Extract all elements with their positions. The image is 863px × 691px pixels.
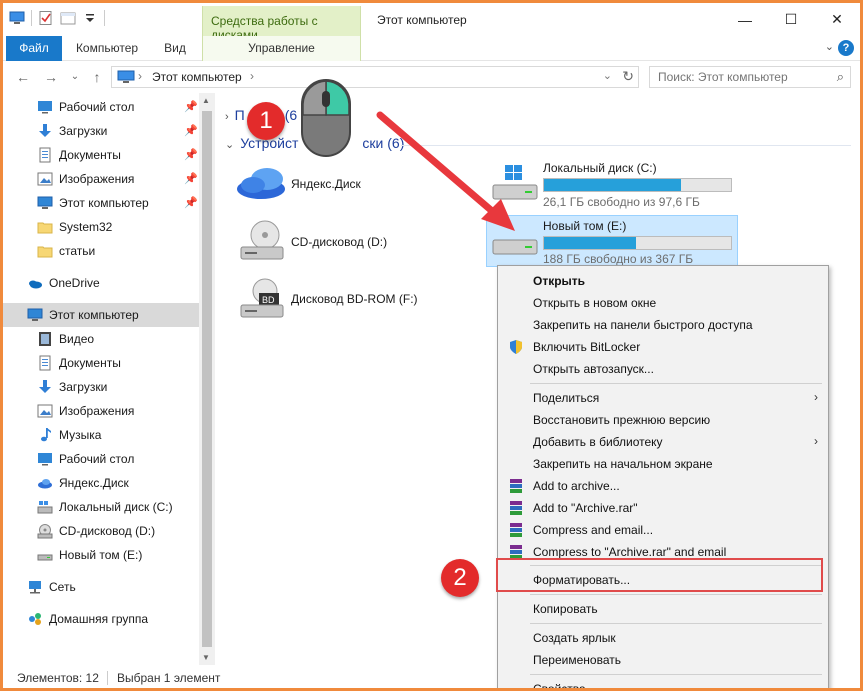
divider (530, 383, 822, 384)
chevron-right-icon: › (814, 390, 818, 404)
menu-item-properties[interactable]: Свойства (500, 678, 826, 691)
menu-item-compress-email[interactable]: Compress and email... (500, 519, 826, 541)
winrar-icon (510, 523, 522, 537)
chevron-right-icon: › (814, 434, 818, 448)
menu-label: Add to "Archive.rar" (533, 501, 638, 515)
menu-item-add-to-archive-rar[interactable]: Add to "Archive.rar" (500, 497, 826, 519)
menu-label: Открыть (533, 274, 586, 288)
context-menu: Открыть Открыть в новом окне Закрепить н… (497, 265, 829, 691)
menu-item-bitlocker[interactable]: Включить BitLocker (500, 336, 826, 358)
menu-item-copy[interactable]: Копировать (500, 598, 826, 620)
menu-label: Создать ярлык (533, 631, 616, 645)
divider (530, 594, 822, 595)
menu-item-restore-previous[interactable]: Восстановить прежнюю версию (500, 409, 826, 431)
winrar-icon (510, 479, 522, 493)
menu-label: Открыть автозапуск... (533, 362, 654, 376)
menu-label: Свойства (533, 682, 586, 691)
menu-label: Add to archive... (533, 479, 620, 493)
menu-item-pin-quick-access[interactable]: Закрепить на панели быстрого доступа (500, 314, 826, 336)
step-badge-1: 1 (247, 102, 285, 140)
menu-label: Переименовать (533, 653, 621, 667)
winrar-icon (510, 501, 522, 515)
shield-icon (510, 340, 522, 354)
menu-item-create-shortcut[interactable]: Создать ярлык (500, 627, 826, 649)
divider (530, 674, 822, 675)
menu-label: Добавить в библиотеку (533, 435, 663, 449)
menu-item-share[interactable]: Поделиться › (500, 387, 826, 409)
menu-label: Восстановить прежнюю версию (533, 413, 711, 427)
menu-label: Включить BitLocker (533, 340, 641, 354)
menu-item-rename[interactable]: Переименовать (500, 649, 826, 671)
menu-label: Открыть в новом окне (533, 296, 657, 310)
menu-item-add-to-library[interactable]: Добавить в библиотеку › (500, 431, 826, 453)
mouse-icon (301, 79, 351, 157)
menu-item-pin-start[interactable]: Закрепить на начальном экране (500, 453, 826, 475)
menu-label: Копировать (533, 602, 598, 616)
highlight-format-item (496, 558, 823, 592)
explorer-window: Средства работы с дисками Этот компьютер… (0, 0, 863, 691)
step-badge-2: 2 (441, 559, 479, 597)
menu-item-add-to-archive[interactable]: Add to archive... (500, 475, 826, 497)
menu-item-open[interactable]: Открыть (500, 270, 826, 292)
menu-label: Compress and email... (533, 523, 654, 537)
menu-label: Закрепить на начальном экране (533, 457, 713, 471)
menu-label: Поделиться (533, 391, 600, 405)
menu-label: Закрепить на панели быстрого доступа (533, 318, 753, 332)
menu-item-autoplay[interactable]: Открыть автозапуск... (500, 358, 826, 380)
menu-item-open-new-window[interactable]: Открыть в новом окне (500, 292, 826, 314)
menu-label: Compress to "Archive.rar" and email (533, 545, 727, 559)
divider (530, 623, 822, 624)
